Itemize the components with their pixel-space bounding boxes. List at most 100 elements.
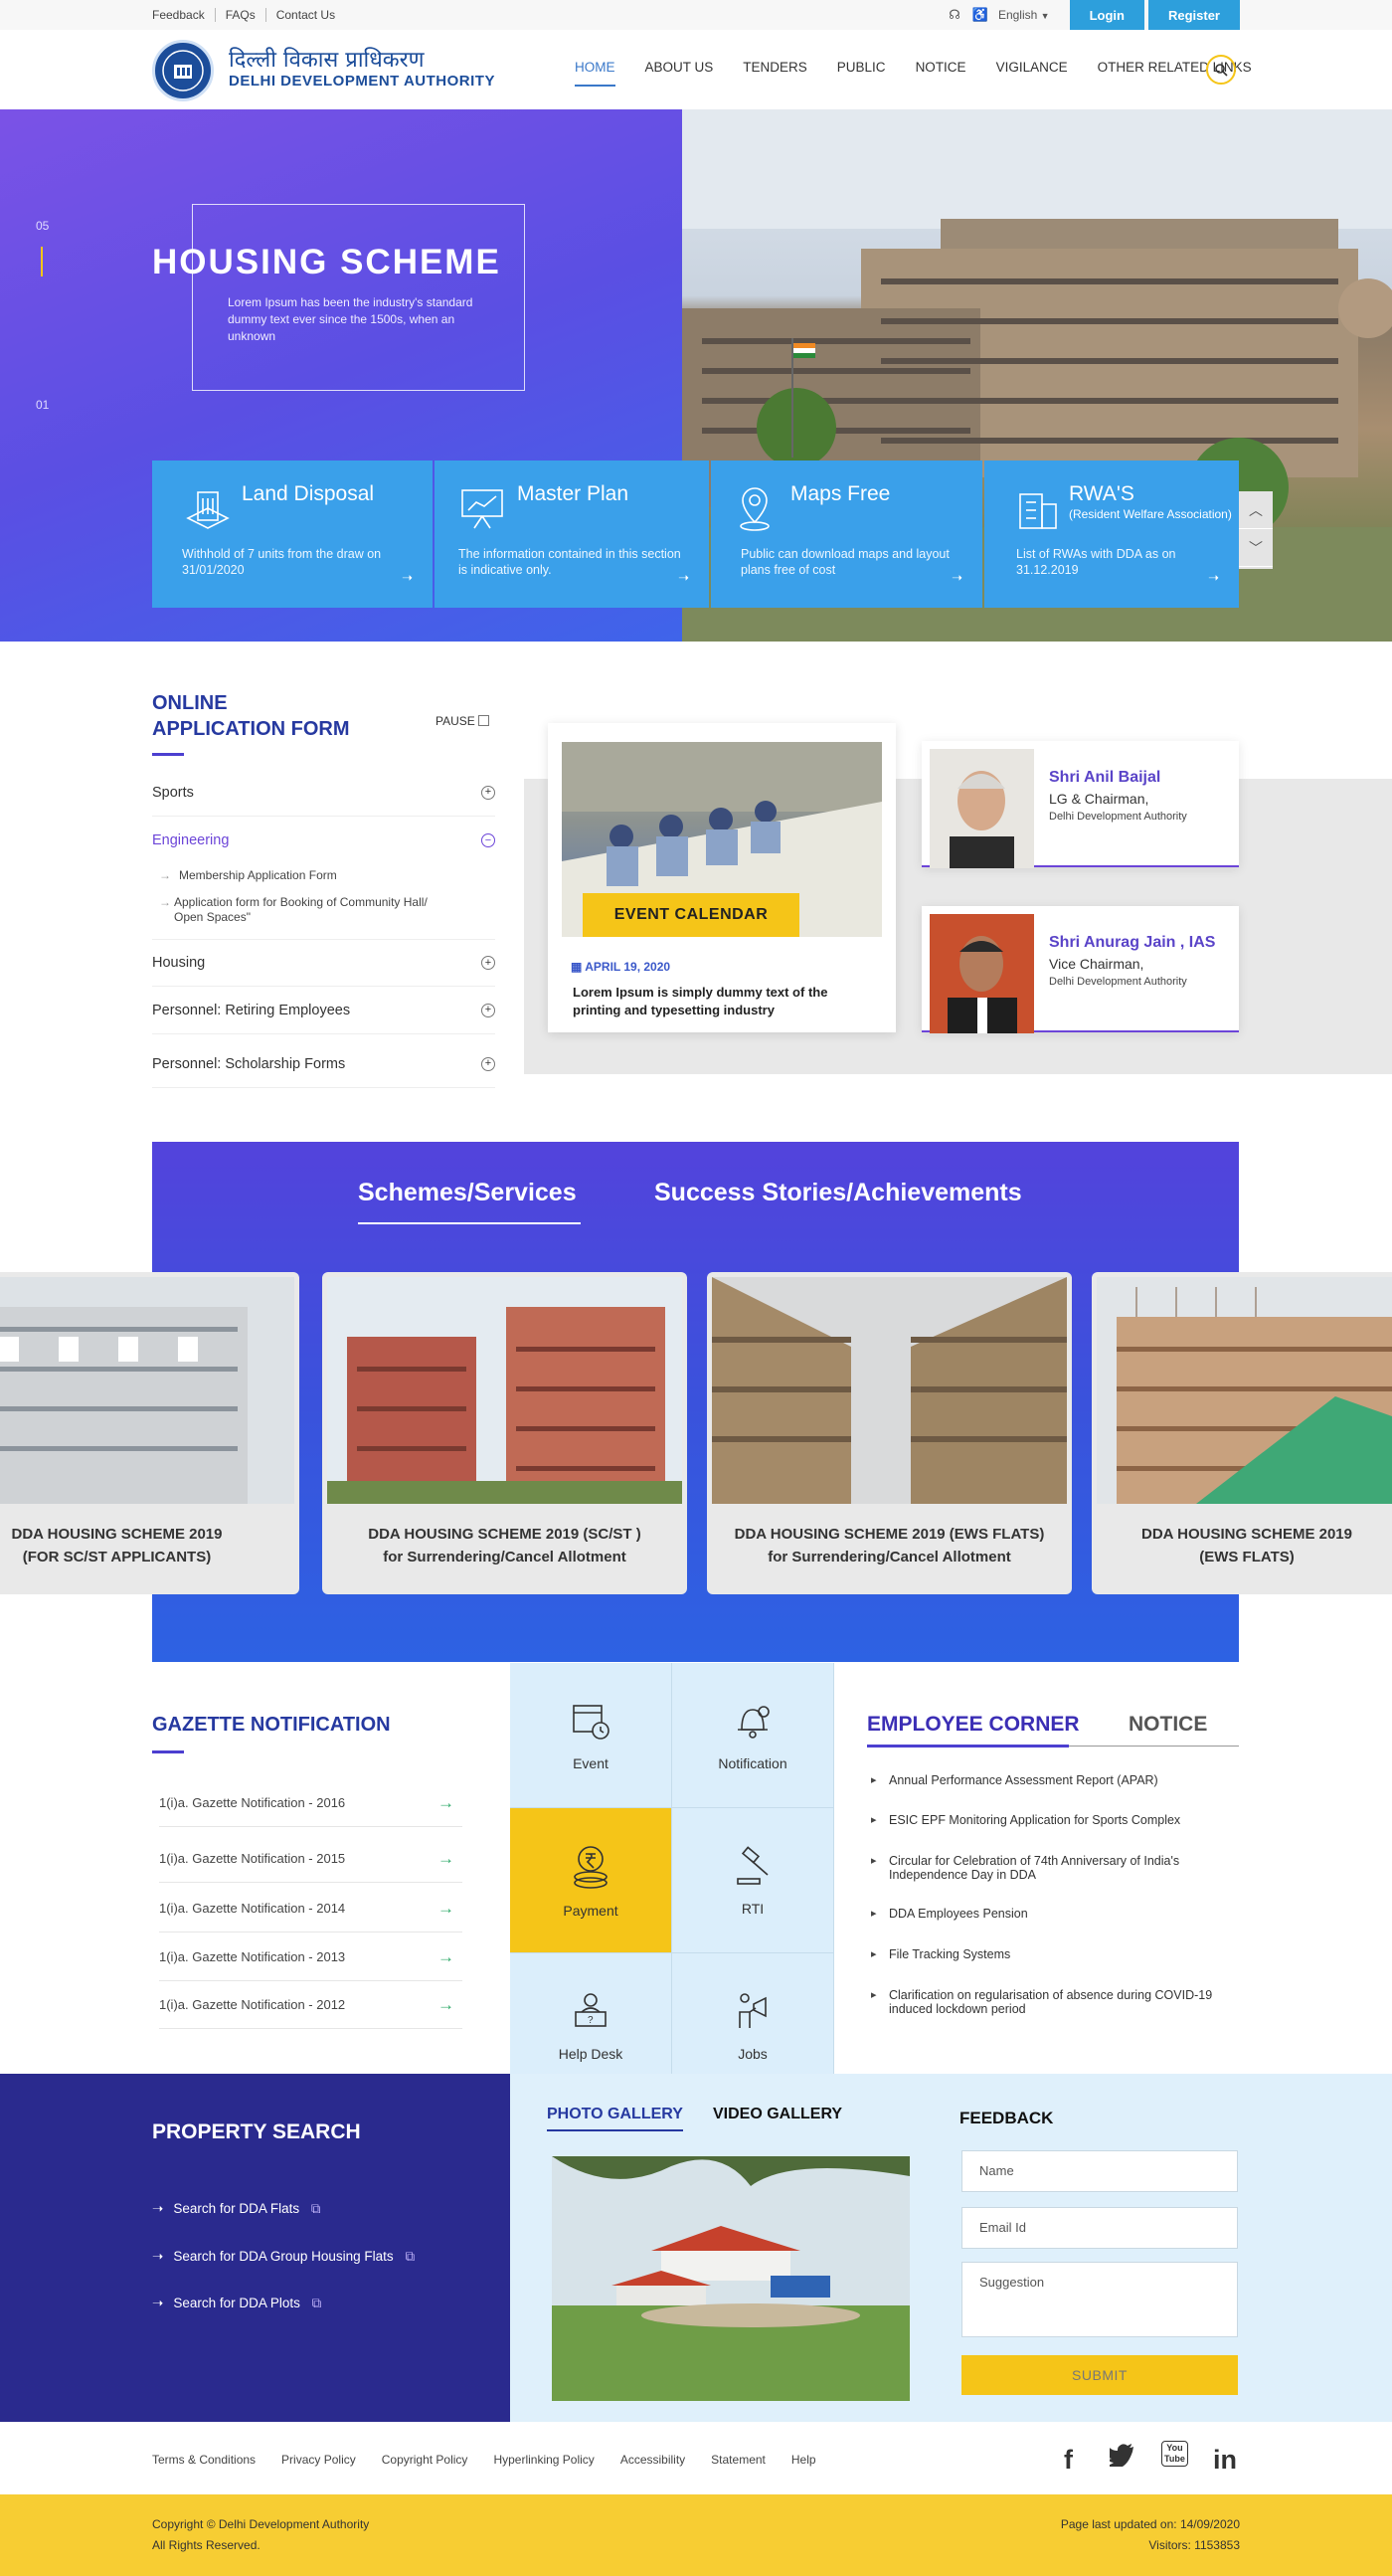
scheme-card[interactable]: DDA HOUSING SCHEME 2019 (EWS FLATS) for S… <box>707 1272 1072 1594</box>
footer-link[interactable]: Terms & Conditions <box>152 2453 256 2467</box>
tab-success-stories[interactable]: Success Stories/Achievements <box>654 1179 1022 1207</box>
sub-item-membership[interactable]: → Membership Application Form <box>159 868 477 883</box>
map-pin-icon <box>740 487 770 531</box>
tab-video-gallery[interactable]: VIDEO GALLERY <box>713 2106 842 2123</box>
official-name: Shri Anil Baijal <box>1049 769 1161 786</box>
event-description[interactable]: Lorem Ipsum is simply dummy text of the … <box>573 984 871 1019</box>
feedback-title: FEEDBACK <box>959 2109 1054 2127</box>
sub-item-label: Application form for Booking of Communit… <box>174 895 428 924</box>
tile-label: Help Desk <box>558 2045 623 2062</box>
plus-icon: + <box>481 785 495 800</box>
jobs-megaphone-icon <box>739 1992 767 2028</box>
gazette-item[interactable]: 1(i)a. Gazette Notification - 2016 → <box>159 1779 462 1827</box>
plus-icon: + <box>481 1056 495 1071</box>
youtube-icon[interactable]: You Tube <box>1161 2441 1188 2467</box>
footer-link[interactable]: Help <box>791 2453 816 2467</box>
twitter-icon[interactable] <box>1110 2443 1135 2467</box>
accordion-scholarship-forms[interactable]: Personnel: Scholarship Forms + <box>152 1040 495 1088</box>
maps-free-card[interactable]: Maps Free Public can download maps and l… <box>711 460 982 608</box>
chevron-down-icon[interactable]: ﹀ <box>1239 529 1273 567</box>
tile-event[interactable]: Event <box>510 1663 672 1808</box>
employee-corner-item[interactable]: Annual Performance Assessment Report (AP… <box>867 1773 1245 1787</box>
event-calendar-label[interactable]: EVENT CALENDAR <box>583 893 799 937</box>
feedback-link[interactable]: Feedback <box>152 8 215 22</box>
gazette-item[interactable]: 1(i)a. Gazette Notification - 2014 → <box>159 1885 462 1932</box>
search-button[interactable] <box>1206 55 1236 85</box>
scheme-card[interactable]: DDA HOUSING SCHEME 2019 (EWS FLATS) <box>1092 1272 1392 1594</box>
register-button[interactable]: Register <box>1147 0 1240 30</box>
employee-corner-item[interactable]: Clarification on regularisation of absen… <box>867 1988 1255 2016</box>
footer-link[interactable]: Hyperlinking Policy <box>493 2453 594 2467</box>
plus-icon: + <box>481 956 495 970</box>
employee-corner-item[interactable]: DDA Employees Pension <box>867 1907 1245 1921</box>
tile-payment[interactable]: Payment <box>510 1808 672 1953</box>
arrow-right-icon: → <box>437 1792 454 1812</box>
footer-link[interactable]: Privacy Policy <box>281 2453 356 2467</box>
email-field[interactable]: Email Id <box>961 2207 1238 2249</box>
chevron-up-icon[interactable]: ︿ <box>1239 491 1273 529</box>
nav-public[interactable]: PUBLIC <box>837 60 886 75</box>
accordion-engineering[interactable]: Engineering − <box>152 817 495 864</box>
employee-corner-item[interactable]: Circular for Celebration of 74th Anniver… <box>867 1854 1255 1882</box>
nav-notice[interactable]: NOTICE <box>916 60 966 75</box>
nav-about-us[interactable]: ABOUT US <box>645 60 714 75</box>
submit-button[interactable]: SUBMIT <box>961 2355 1238 2395</box>
master-plan-card[interactable]: Master Plan The information contained in… <box>435 460 709 608</box>
scheme-card[interactable]: DDA HOUSING SCHEME 2019 (SC/ST ) for Surr… <box>322 1272 687 1594</box>
arrow-right-icon: ➝ <box>152 2249 164 2264</box>
official-card-lg[interactable]: Shri Anil Baijal LG & Chairman, Delhi De… <box>922 741 1239 868</box>
official-card-vc[interactable]: Shri Anurag Jain , IAS Vice Chairman, De… <box>922 906 1239 1033</box>
employee-corner-item[interactable]: ESIC EPF Monitoring Application for Spor… <box>867 1813 1245 1827</box>
rwas-title: RWA'S (Resident Welfare Association) <box>1069 480 1232 521</box>
gazette-item[interactable]: 1(i)a. Gazette Notification - 2015 → <box>159 1835 462 1883</box>
gallery-photo[interactable] <box>552 2156 910 2401</box>
tile-rti[interactable]: RTI <box>672 1808 834 1953</box>
tab-schemes-services[interactable]: Schemes/Services <box>358 1179 577 1207</box>
linkedin-icon[interactable]: in <box>1213 2445 1237 2476</box>
rwas-card[interactable]: RWA'S (Resident Welfare Association) List… <box>984 460 1239 608</box>
accordion-sports[interactable]: Sports + <box>152 769 495 817</box>
accordion-retiring-employees[interactable]: Personnel: Retiring Employees + <box>152 987 495 1034</box>
event-date-text: APRIL 19, 2020 <box>585 960 671 974</box>
pause-button[interactable]: PAUSE <box>435 714 490 728</box>
property-search-link[interactable]: ➝ Search for DDA Group Housing Flats ⧉ <box>152 2249 415 2265</box>
employee-corner-item[interactable]: File Tracking Systems <box>867 1947 1245 1961</box>
rupee-coin-icon <box>574 1845 608 1889</box>
gazette-item[interactable]: 1(i)a. Gazette Notification - 2012 → <box>159 1981 462 2029</box>
property-search-link[interactable]: ➝ Search for DDA Flats ⧉ <box>152 2201 321 2217</box>
accessibility-icon[interactable]: ♿ <box>972 7 988 23</box>
dda-logo[interactable] <box>152 40 214 101</box>
rwas-subtitle: (Resident Welfare Association) <box>1069 507 1232 521</box>
tile-notification[interactable]: Notification <box>672 1663 834 1808</box>
accordion-housing[interactable]: Housing + <box>152 939 495 987</box>
facebook-icon[interactable]: f <box>1064 2445 1073 2476</box>
name-field[interactable]: Name <box>961 2150 1238 2192</box>
property-search-link[interactable]: ➝ Search for DDA Plots ⧉ <box>152 2296 321 2311</box>
screen-reader-icon[interactable]: ☊ <box>949 7 960 23</box>
title-underline <box>152 1750 184 1753</box>
faqs-link[interactable]: FAQs <box>214 8 265 22</box>
gazette-item[interactable]: 1(i)a. Gazette Notification - 2013 → <box>159 1933 462 1981</box>
oa-title-line1: ONLINE <box>152 692 228 714</box>
pause-label: PAUSE <box>435 714 475 728</box>
slide-number-bottom: 01 <box>36 398 50 412</box>
footer-link[interactable]: Statement <box>711 2453 766 2467</box>
tab-notice[interactable]: NOTICE <box>1129 1713 1207 1737</box>
login-button[interactable]: Login <box>1069 0 1144 30</box>
sub-item-community-hall[interactable]: → Application form for Booking of Communi… <box>159 895 447 925</box>
calendar-icon: ▦ <box>571 960 583 974</box>
suggestion-field[interactable]: Suggestion <box>961 2262 1238 2337</box>
contact-us-link[interactable]: Contact Us <box>264 8 345 22</box>
footer-link[interactable]: Accessibility <box>620 2453 685 2467</box>
nav-home[interactable]: HOME <box>575 60 615 87</box>
arrow-right-icon: → <box>437 1898 454 1918</box>
footer-link[interactable]: Copyright Policy <box>382 2453 468 2467</box>
land-disposal-card[interactable]: Land Disposal Withhold of 7 units from t… <box>152 460 433 608</box>
nav-vigilance[interactable]: VIGILANCE <box>996 60 1068 75</box>
scheme-card[interactable]: DDA HOUSING SCHEME 2019 (FOR SC/ST APPLIC… <box>0 1272 299 1594</box>
nav-tenders[interactable]: TENDERS <box>743 60 807 75</box>
tab-photo-gallery[interactable]: PHOTO GALLERY <box>547 2106 683 2131</box>
building-icon <box>186 491 230 529</box>
language-select[interactable]: English ▼ <box>998 8 1050 22</box>
tab-employee-corner[interactable]: EMPLOYEE CORNER <box>867 1713 1080 1737</box>
